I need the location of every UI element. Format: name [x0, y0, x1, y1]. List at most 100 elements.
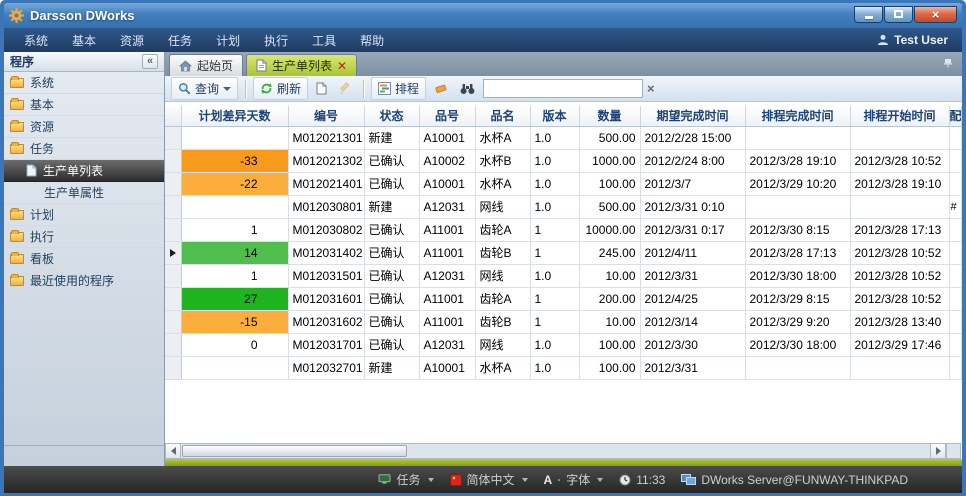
cell-qty[interactable]: 245.00 — [579, 241, 640, 264]
cell-sched_end_time[interactable]: 2012/3/30 8:15 — [745, 218, 850, 241]
cell-sched_start_time[interactable] — [850, 126, 949, 149]
menu-task[interactable]: 任务 — [156, 29, 204, 52]
menu-basic[interactable]: 基本 — [60, 29, 108, 52]
sidebar-item-execute[interactable]: 执行 — [4, 226, 164, 248]
cell-diff[interactable] — [181, 195, 288, 218]
cell-expect_time[interactable]: 2012/4/11 — [640, 241, 745, 264]
cell-item_no[interactable]: A12031 — [419, 264, 475, 287]
cell-item_no[interactable]: A10002 — [419, 149, 475, 172]
cell-partial_mark[interactable] — [949, 287, 961, 310]
statusbar-font-menu[interactable]: A · 字体 — [544, 471, 604, 488]
cell-diff[interactable] — [181, 126, 288, 149]
cell-item_name[interactable]: 齿轮B — [475, 241, 530, 264]
cell-order_no[interactable]: M012030802 — [288, 218, 364, 241]
header-version[interactable]: 版本 — [530, 106, 579, 126]
cell-status[interactable]: 已确认 — [364, 264, 419, 287]
edit-record-button[interactable] — [335, 79, 356, 98]
cell-sched_start_time[interactable] — [850, 195, 949, 218]
cell-qty[interactable]: 10000.00 — [579, 218, 640, 241]
cell-partial_mark[interactable] — [949, 333, 961, 356]
table-row[interactable]: 14M012031402已确认A11001齿轮B1245.002012/4/11… — [165, 241, 961, 264]
cell-version[interactable]: 1.0 — [530, 172, 579, 195]
scrollbar-thumb[interactable] — [182, 445, 407, 457]
cell-item_no[interactable]: A11001 — [419, 241, 475, 264]
cell-order_no[interactable]: M012031601 — [288, 287, 364, 310]
sidebar-item-basic[interactable]: 基本 — [4, 94, 164, 116]
sidebar-item-resource[interactable]: 资源 — [4, 116, 164, 138]
cell-sched_end_time[interactable]: 2012/3/29 9:20 — [745, 310, 850, 333]
cell-diff[interactable]: 1 — [181, 264, 288, 287]
cell-sched_start_time[interactable]: 2012/3/29 17:46 — [850, 333, 949, 356]
cell-diff[interactable]: -22 — [181, 172, 288, 195]
sidebar-item-plan[interactable]: 计划 — [4, 204, 164, 226]
cell-partial_mark[interactable] — [949, 126, 961, 149]
menu-plan[interactable]: 计划 — [204, 29, 252, 52]
cell-expect_time[interactable]: 2012/3/31 0:17 — [640, 218, 745, 241]
cell-partial_mark[interactable] — [949, 149, 961, 172]
cell-sched_end_time[interactable]: 2012/3/30 18:00 — [745, 264, 850, 287]
cell-expect_time[interactable]: 2012/3/31 — [640, 356, 745, 379]
sidebar-search-input[interactable] — [16, 448, 171, 464]
cell-version[interactable]: 1.0 — [530, 195, 579, 218]
cell-version[interactable]: 1 — [530, 241, 579, 264]
cell-partial_mark[interactable]: # — [949, 195, 961, 218]
cell-order_no[interactable]: M012030801 — [288, 195, 364, 218]
cell-item_no[interactable]: A11001 — [419, 287, 475, 310]
cell-item_no[interactable]: A10001 — [419, 172, 475, 195]
cell-expect_time[interactable]: 2012/3/7 — [640, 172, 745, 195]
cell-expect_time[interactable]: 2012/3/31 — [640, 264, 745, 287]
scrollbar-track[interactable] — [181, 443, 930, 459]
header-partial-column[interactable]: 配 — [949, 106, 961, 126]
cell-partial_mark[interactable] — [949, 264, 961, 287]
cell-status[interactable]: 已确认 — [364, 310, 419, 333]
find-button[interactable] — [456, 80, 479, 98]
table-row[interactable]: 1M012030802已确认A11001齿轮A110000.002012/3/3… — [165, 218, 961, 241]
cell-version[interactable]: 1.0 — [530, 356, 579, 379]
minimize-button[interactable] — [854, 6, 883, 23]
table-row[interactable]: 1M012031501已确认A12031网线1.010.002012/3/312… — [165, 264, 961, 287]
cell-item_name[interactable]: 水杯A — [475, 172, 530, 195]
cell-item_name[interactable]: 齿轮A — [475, 287, 530, 310]
cell-sched_start_time[interactable]: 2012/3/28 10:52 — [850, 287, 949, 310]
cell-version[interactable]: 1.0 — [530, 333, 579, 356]
menu-help[interactable]: 帮助 — [348, 29, 396, 52]
table-row[interactable]: -15M012031602已确认A11001齿轮B110.002012/3/14… — [165, 310, 961, 333]
cell-sched_end_time[interactable] — [745, 126, 850, 149]
cell-sched_end_time[interactable]: 2012/3/28 19:10 — [745, 149, 850, 172]
cell-expect_time[interactable]: 2012/3/31 0:10 — [640, 195, 745, 218]
cell-version[interactable]: 1 — [530, 310, 579, 333]
header-sched-finish-time[interactable]: 排程完成时间 — [745, 106, 850, 126]
cell-version[interactable]: 1 — [530, 218, 579, 241]
table-row[interactable]: M012030801新建A12031网线1.0500.002012/3/31 0… — [165, 195, 961, 218]
cell-status[interactable]: 新建 — [364, 126, 419, 149]
cell-version[interactable]: 1.0 — [530, 264, 579, 287]
current-user[interactable]: Test User — [877, 33, 954, 47]
cell-order_no[interactable]: M012021302 — [288, 149, 364, 172]
table-row[interactable]: M012021301新建A10001水杯A1.0500.002012/2/28 … — [165, 126, 961, 149]
cell-version[interactable]: 1 — [530, 287, 579, 310]
table-row[interactable]: 0M012031701已确认A12031网线1.0100.002012/3/30… — [165, 333, 961, 356]
cell-order_no[interactable]: M012031602 — [288, 310, 364, 333]
table-row[interactable]: -22M012021401已确认A10001水杯A1.0100.002012/3… — [165, 172, 961, 195]
tab-production-order-list[interactable]: 生产单列表 ✕ — [246, 54, 357, 76]
cell-item_no[interactable]: A10001 — [419, 126, 475, 149]
cell-expect_time[interactable]: 2012/4/25 — [640, 287, 745, 310]
cell-diff[interactable]: 1 — [181, 218, 288, 241]
cell-qty[interactable]: 10.00 — [579, 310, 640, 333]
sidebar-item-kanban[interactable]: 看板 — [4, 248, 164, 270]
cell-order_no[interactable]: M012031402 — [288, 241, 364, 264]
cell-order_no[interactable]: M012031501 — [288, 264, 364, 287]
cell-version[interactable]: 1.0 — [530, 126, 579, 149]
cell-item_name[interactable]: 网线 — [475, 333, 530, 356]
cell-sched_end_time[interactable]: 2012/3/29 8:15 — [745, 287, 850, 310]
cell-diff[interactable]: 14 — [181, 241, 288, 264]
header-qty[interactable]: 数量 — [579, 106, 640, 126]
header-item-no[interactable]: 品号 — [419, 106, 475, 126]
cell-item_name[interactable]: 水杯A — [475, 126, 530, 149]
cell-sched_end_time[interactable]: 2012/3/30 18:00 — [745, 333, 850, 356]
cell-partial_mark[interactable] — [949, 356, 961, 379]
cell-item_no[interactable]: A12031 — [419, 195, 475, 218]
cell-status[interactable]: 已确认 — [364, 333, 419, 356]
tab-pin-button[interactable] — [942, 57, 954, 72]
header-expect-finish-time[interactable]: 期望完成时间 — [640, 106, 745, 126]
